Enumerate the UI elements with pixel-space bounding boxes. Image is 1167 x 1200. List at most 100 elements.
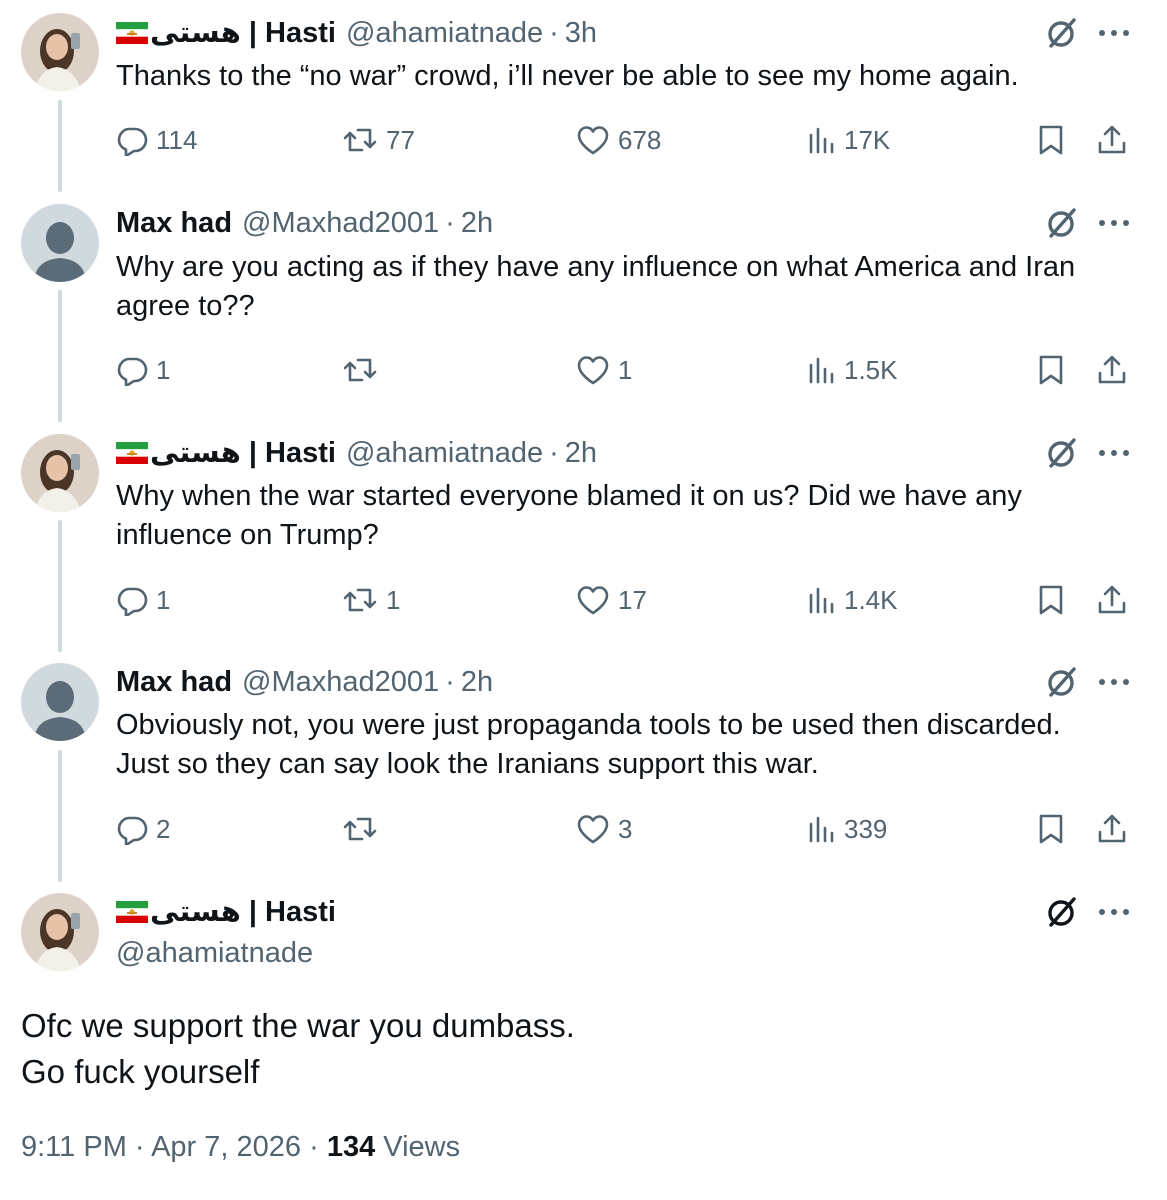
bookmark-button[interactable] <box>1036 578 1066 622</box>
action-bar: 2 3 339 <box>0 807 1167 851</box>
action-bar: 1 1 1.5K <box>0 348 1167 392</box>
avatar[interactable] <box>21 13 99 91</box>
separator-dot: · <box>309 1131 319 1163</box>
post-time[interactable]: 9:11 PM <box>21 1131 127 1163</box>
post-text: Why when the war started everyone blamed… <box>116 477 1126 555</box>
display-name-persian[interactable]: هستی <box>150 892 241 932</box>
post-text-line: Obviously not, you were just propaganda … <box>116 709 1061 741</box>
display-name[interactable]: Max had <box>116 662 232 702</box>
share-icon <box>1098 585 1126 614</box>
reply-count: 1 <box>156 584 171 615</box>
view-count: 339 <box>844 813 888 844</box>
share-button[interactable] <box>1096 348 1128 392</box>
like-count: 17 <box>618 584 647 615</box>
like-count: 3 <box>618 813 633 844</box>
share-icon <box>1098 814 1126 843</box>
reply-icon <box>117 816 148 845</box>
display-name[interactable]: Hasti <box>265 13 336 53</box>
repost-button[interactable]: 1 <box>342 578 400 622</box>
display-name-persian[interactable]: هستی <box>150 13 241 53</box>
timestamp[interactable]: 2h <box>461 203 493 243</box>
more-dots-icon[interactable] <box>1096 662 1132 702</box>
avatar-default[interactable] <box>21 204 99 282</box>
repost-button[interactable] <box>342 807 386 851</box>
post-text-line: Why are you acting as if they have any i… <box>116 251 1076 283</box>
post-text: Thanks to the “no war” crowd, i’ll never… <box>116 60 1019 92</box>
user-handle[interactable]: @ahamiatnade <box>116 933 313 973</box>
display-name-persian[interactable]: هستی <box>150 433 241 473</box>
share-button[interactable] <box>1096 807 1128 851</box>
share-icon <box>1098 355 1126 384</box>
views-button[interactable]: 1.4K <box>806 578 898 622</box>
like-button[interactable]: 17 <box>576 578 647 622</box>
user-handle[interactable]: @ahamiatnade <box>346 13 543 53</box>
repost-icon <box>343 817 377 841</box>
like-button[interactable]: 678 <box>576 118 661 162</box>
bookmark-button[interactable] <box>1036 807 1066 851</box>
views-chart-icon <box>809 587 834 614</box>
name-separator: | <box>240 896 266 928</box>
views-button[interactable]: 1.5K <box>806 348 898 392</box>
views-button[interactable]: 17K <box>806 118 890 162</box>
share-icon <box>1098 125 1126 154</box>
grok-icon[interactable] <box>1042 203 1082 243</box>
separator-dot: · <box>134 1131 145 1163</box>
display-name[interactable]: Hasti <box>265 892 336 932</box>
reply-icon <box>117 357 148 386</box>
display-name[interactable]: Max had <box>116 203 232 243</box>
views-chart-icon <box>809 357 834 384</box>
timestamp[interactable]: 2h <box>565 433 597 473</box>
post-date[interactable]: Apr 7, 2026 <box>151 1131 301 1163</box>
views-button[interactable]: 339 <box>806 807 887 851</box>
view-count: 1.5K <box>844 354 898 385</box>
action-bar: 114 77 678 17K <box>0 118 1167 162</box>
bookmark-icon <box>1039 355 1063 385</box>
grok-icon[interactable] <box>1042 892 1082 932</box>
more-dots-icon[interactable] <box>1096 433 1132 473</box>
more-dots-icon[interactable] <box>1096 892 1132 932</box>
post-text: Obviously not, you were just propaganda … <box>116 706 1126 784</box>
reply-button[interactable]: 2 <box>116 807 170 851</box>
post-header: هستی | Hasti @ahamiatnade · 2h <box>116 433 597 473</box>
iran-lion-sun-flag-icon <box>116 442 148 464</box>
reply-button[interactable]: 1 <box>116 578 170 622</box>
user-handle[interactable]: @Maxhad2001 <box>242 203 439 243</box>
action-bar: 1 1 17 1.4K <box>0 578 1167 622</box>
grok-icon[interactable] <box>1042 662 1082 702</box>
like-button[interactable]: 3 <box>576 807 632 851</box>
display-name[interactable]: Hasti <box>265 433 336 473</box>
avatar-default[interactable] <box>21 663 99 741</box>
reply-icon <box>117 587 148 616</box>
share-button[interactable] <box>1096 118 1128 162</box>
heart-icon <box>577 586 609 615</box>
more-dots-icon[interactable] <box>1096 13 1132 53</box>
repost-count: 77 <box>386 124 415 155</box>
grok-icon[interactable] <box>1042 433 1082 473</box>
bookmark-button[interactable] <box>1036 118 1066 162</box>
more-dots-icon[interactable] <box>1096 203 1132 243</box>
user-handle[interactable]: @ahamiatnade <box>346 433 543 473</box>
heart-icon <box>577 356 609 385</box>
repost-button[interactable]: 77 <box>342 118 415 162</box>
timestamp[interactable]: 3h <box>565 13 597 53</box>
post-header: هستی | Hasti <box>116 892 336 932</box>
separator-dot: · <box>445 207 455 239</box>
share-button[interactable] <box>1096 578 1128 622</box>
views-label: Views <box>383 1131 461 1163</box>
like-button[interactable]: 1 <box>576 348 632 392</box>
grok-icon[interactable] <box>1042 13 1082 53</box>
reply-button[interactable]: 1 <box>116 348 170 392</box>
user-handle[interactable]: @Maxhad2001 <box>242 662 439 702</box>
reply-button[interactable]: 114 <box>116 118 197 162</box>
main-post-text: Ofc we support the war you dumbass. Go f… <box>21 1003 1121 1095</box>
heart-icon <box>577 126 609 155</box>
bookmark-button[interactable] <box>1036 348 1066 392</box>
iran-lion-sun-flag-icon <box>116 901 148 923</box>
timestamp[interactable]: 2h <box>461 662 493 702</box>
view-count: 17K <box>844 124 891 155</box>
post-text-line: Why when the war started everyone blamed… <box>116 480 1022 512</box>
bookmark-icon <box>1039 585 1063 615</box>
avatar[interactable] <box>21 893 99 971</box>
repost-button[interactable] <box>342 348 386 392</box>
avatar[interactable] <box>21 434 99 512</box>
